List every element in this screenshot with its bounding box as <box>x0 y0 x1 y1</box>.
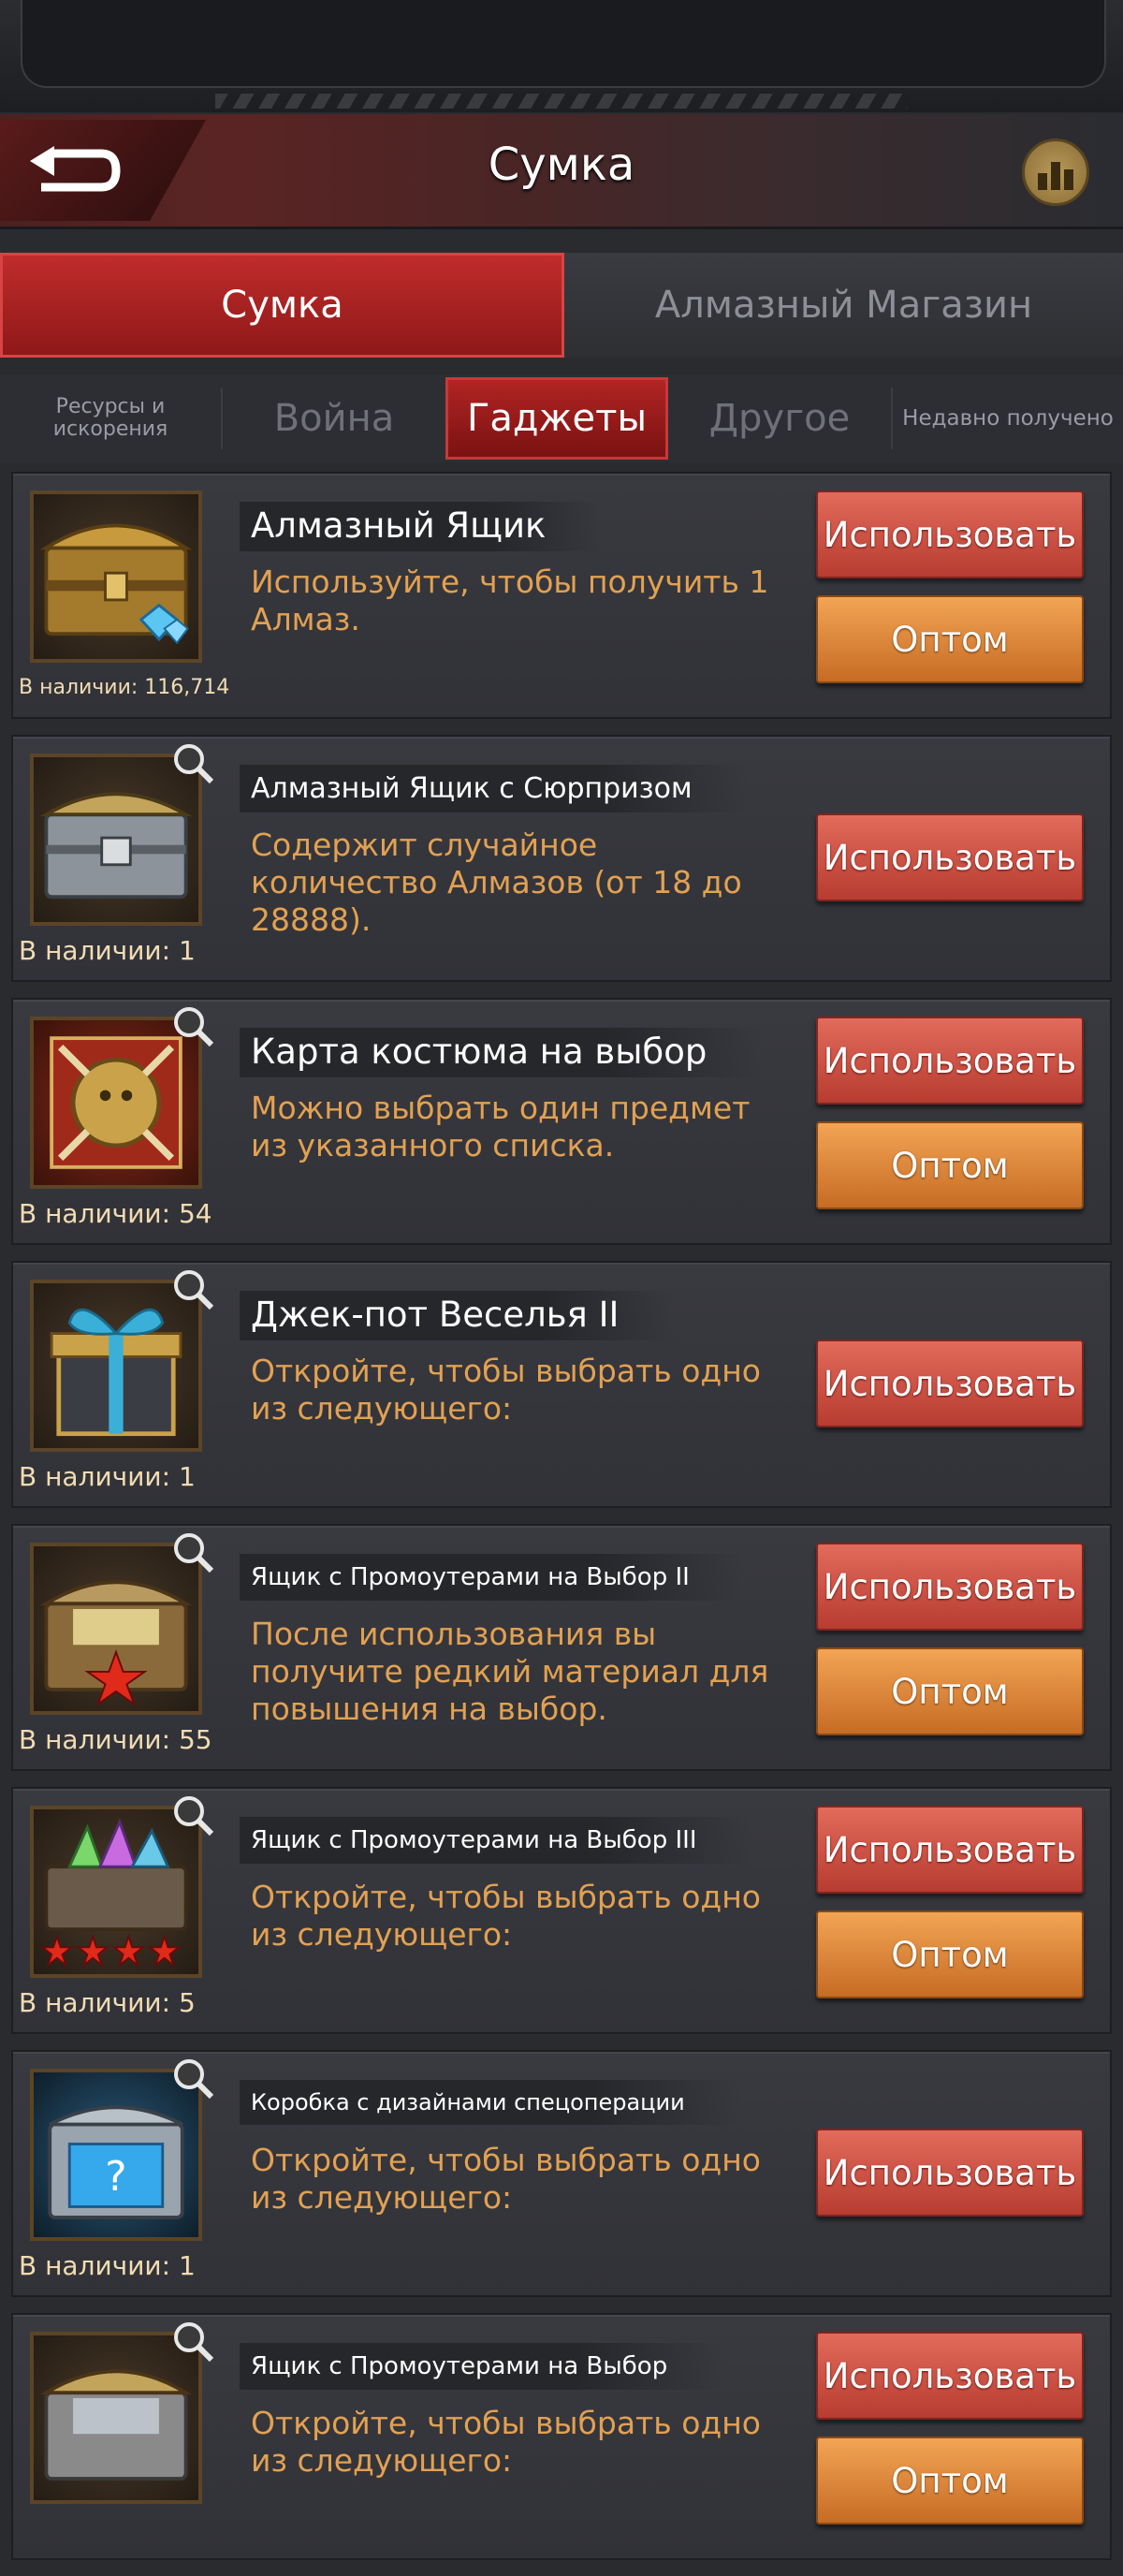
stock-count: В наличии: 1 <box>19 2250 196 2281</box>
stock-count: В наличии: 54 <box>19 1198 212 1229</box>
top-frame-panel <box>21 0 1106 88</box>
item-description: Содержит случайное количество Алмазов (о… <box>251 827 742 938</box>
magnifier-icon[interactable] <box>170 1003 215 1048</box>
use-button[interactable]: Использовать <box>816 2332 1084 2420</box>
diamond-chest-icon <box>39 523 193 645</box>
item-name: Коробка с дизайнами спецоперации <box>240 2080 741 2125</box>
item-thumbnail[interactable] <box>30 490 202 663</box>
list-item: ? В наличии: 1 Коробка с дизайнами спецо… <box>11 2050 1112 2297</box>
item-name: Алмазный Ящик <box>240 502 603 551</box>
subtab-resources[interactable]: Ресурсы и искорения <box>0 374 221 462</box>
header-bar: Сумка <box>0 114 1123 229</box>
page-title: Сумка <box>488 139 635 191</box>
use-button[interactable]: Использовать <box>816 1543 1084 1631</box>
bulk-use-button[interactable]: Оптом <box>816 1910 1084 1998</box>
item-description: Используйте, чтобы получить 1 Алмаз. <box>251 564 769 637</box>
item-description: Откройте, чтобы выбрать одно из следующе… <box>251 2405 761 2479</box>
list-item: В наличии: 1 Алмазный Ящик с Сюрпризом С… <box>11 735 1112 982</box>
bulk-use-button[interactable]: Оптом <box>816 2437 1084 2525</box>
stock-count: В наличии: 1 <box>19 935 196 966</box>
use-button[interactable]: Использовать <box>816 1339 1084 1427</box>
use-button[interactable]: Использовать <box>816 1017 1084 1105</box>
bulk-use-button[interactable]: Оптом <box>816 1121 1084 1209</box>
stock-count: В наличии: 1 <box>19 1461 196 1492</box>
svg-text:?: ? <box>105 2153 126 2201</box>
bulk-use-button[interactable]: Оптом <box>816 595 1084 683</box>
use-button[interactable]: Использовать <box>816 2129 1084 2217</box>
main-tabs: Сумка Алмазный Магазин <box>0 253 1123 358</box>
item-description: После использования вы получите редкий м… <box>251 1616 769 1727</box>
tab-bag[interactable]: Сумка <box>0 253 564 358</box>
item-name: Алмазный Ящик с Сюрпризом <box>240 765 749 812</box>
stock-count: В наличии: 55 <box>19 1724 212 1755</box>
use-button[interactable]: Использовать <box>816 490 1084 578</box>
list-item: В наличии: 55 Ящик с Промоутерами на Выб… <box>11 1524 1112 1771</box>
item-description: Откройте, чтобы выбрать одно из следующе… <box>251 1879 761 1953</box>
item-description: Откройте, чтобы выбрать одно из следующе… <box>251 1353 761 1427</box>
magnifier-icon[interactable] <box>170 1266 215 1311</box>
magnifier-icon[interactable] <box>170 2319 215 2364</box>
magnifier-icon[interactable] <box>170 2056 215 2100</box>
subtab-other[interactable]: Другое <box>668 374 891 462</box>
list-item: В наличии: 1 Джек-пот Веселья II Откройт… <box>11 1261 1112 1508</box>
list-item: В наличии: 116,714 Алмазный Ящик Использ… <box>11 472 1112 719</box>
item-name: Джек-пот Веселья II <box>240 1291 676 1340</box>
list-item: В наличии: 5 Ящик с Промоутерами на Выбо… <box>11 1787 1112 2034</box>
tab-diamond-shop[interactable]: Алмазный Магазин <box>564 253 1123 358</box>
item-name: Карта костюма на выбор <box>240 1028 764 1077</box>
item-description: Откройте, чтобы выбрать одно из следующе… <box>251 2142 761 2216</box>
magnifier-icon[interactable] <box>170 1530 215 1574</box>
item-name: Ящик с Промоутерами на Выбор <box>240 2343 724 2390</box>
hazard-stripes <box>215 94 908 109</box>
item-name: Ящик с Промоутерами на Выбор II <box>240 1554 746 1601</box>
list-item: В наличии: 54 Карта костюма на выбор Мож… <box>11 998 1112 1245</box>
bar-chart-icon <box>1036 162 1075 190</box>
stock-count: В наличии: 116,714 <box>19 676 230 699</box>
category-tabs: Ресурсы и искорения Война Гаджеты Другое… <box>0 374 1123 462</box>
top-frame <box>0 0 1123 112</box>
item-name: Ящик с Промоутерами на Выбор III <box>240 1817 753 1864</box>
use-button[interactable]: Использовать <box>816 813 1084 901</box>
stats-button[interactable] <box>1022 139 1089 206</box>
subtab-recent[interactable]: Недавно получено <box>893 374 1123 462</box>
item-description: Можно выбрать один предмет из указанного… <box>251 1090 751 1164</box>
stock-count: В наличии: 5 <box>19 1987 196 2018</box>
subtab-gadgets[interactable]: Гаджеты <box>445 377 668 460</box>
list-item: Ящик с Промоутерами на Выбор Откройте, ч… <box>11 2313 1112 2560</box>
item-list: В наличии: 116,714 Алмазный Ящик Использ… <box>11 472 1112 2576</box>
subtab-war[interactable]: Война <box>223 374 445 462</box>
magnifier-icon[interactable] <box>170 1793 215 1837</box>
bulk-use-button[interactable]: Оптом <box>816 1647 1084 1735</box>
use-button[interactable]: Использовать <box>816 1806 1084 1894</box>
magnifier-icon[interactable] <box>170 740 215 785</box>
